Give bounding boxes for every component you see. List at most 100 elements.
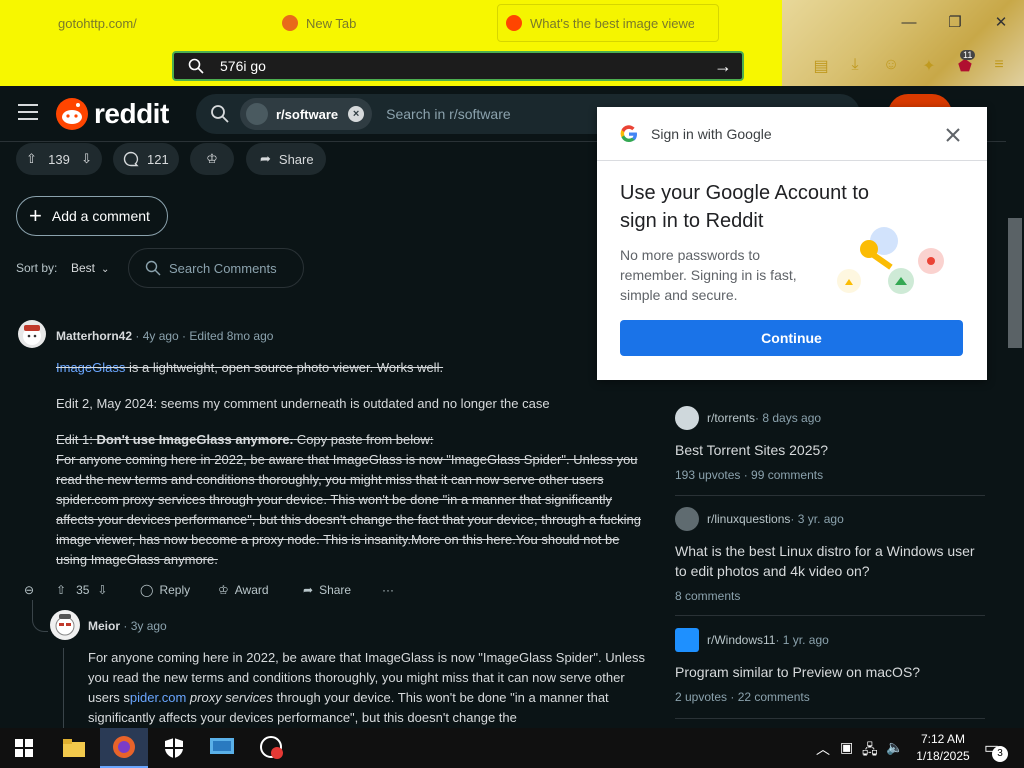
related-post-title[interactable]: Best Torrent Sites 2025? — [675, 440, 985, 460]
reddit-logo[interactable]: reddit — [56, 98, 169, 130]
post-age: · 8 days ago — [755, 411, 822, 425]
remove-chip-icon[interactable]: × — [348, 106, 365, 122]
related-post-title[interactable]: Program similar to Preview on macOS? — [675, 662, 985, 682]
volume-icon[interactable]: 🔈 — [886, 739, 903, 756]
award-icon: ♔ — [218, 583, 229, 597]
related-post[interactable]: r/torrents · 8 days ago Best Torrent Sit… — [675, 406, 985, 482]
popup-header-title: Sign in with Google — [651, 125, 772, 142]
comment-vote-control: ⇧ 35 ⇩ — [56, 580, 107, 600]
reddit-favicon-icon — [506, 15, 522, 31]
subreddit-name[interactable]: r/torrents — [707, 411, 755, 425]
upvote-icon[interactable]: ⇧ — [56, 583, 66, 597]
comment-italic-text: proxy services — [189, 690, 273, 705]
award-label: Award — [234, 583, 269, 597]
address-bar[interactable]: 576i go → — [172, 51, 744, 81]
comment-author[interactable]: Matterhorn42 · 4y ago · Edited 8mo ago — [56, 329, 273, 343]
username[interactable]: Matterhorn42 — [56, 329, 132, 343]
avatar[interactable] — [18, 320, 46, 348]
device-icon[interactable]: ▣ — [840, 739, 853, 756]
google-g-icon — [620, 124, 637, 142]
thread-line — [32, 600, 48, 632]
share-label: Share — [319, 583, 352, 597]
tab-reddit-active[interactable]: What's the best image viewer fo — [497, 4, 719, 42]
tab-gotohttp[interactable]: gotohttp.com/ — [58, 4, 137, 42]
comment-bold-text: Don't use ImageGlass anymore. — [96, 432, 294, 447]
close-window-button[interactable]: ✕ — [981, 8, 1021, 36]
downvote-icon[interactable]: ⇩ — [97, 583, 107, 597]
related-post-stats: 193 upvotes · 99 comments — [675, 468, 824, 482]
search-placeholder[interactable]: Search in r/software — [386, 106, 511, 122]
popup-description: No more passwords to remember. Signing i… — [620, 247, 797, 303]
file-explorer-icon[interactable] — [50, 728, 98, 768]
spider-link[interactable]: pider.com — [130, 690, 186, 705]
comment-author[interactable]: Meior · 3y ago — [88, 619, 167, 633]
security-shield-icon[interactable] — [150, 728, 198, 768]
related-post[interactable]: r/linuxquestions · 3 yr. ago What is the… — [675, 507, 985, 603]
continue-button[interactable]: Continue — [620, 320, 963, 356]
extensions-icon[interactable]: ✦ — [918, 56, 940, 78]
related-post-title[interactable]: What is the best Linux distro for a Wind… — [675, 541, 985, 581]
scrollbar[interactable] — [1006, 86, 1024, 728]
google-signin-popup: Sign in with Google Use your Google Acco… — [597, 107, 987, 380]
search-comments-input[interactable]: Search Comments — [128, 248, 304, 288]
toolbar-icons: ▤ ⤓ ☺ ✦ ⬟ ≡ — [800, 52, 1024, 82]
subreddit-filter-chip[interactable]: r/software × — [240, 98, 373, 130]
post-award-button[interactable]: ♔ — [190, 143, 234, 175]
search-icon — [145, 260, 161, 276]
minimize-button[interactable]: — — [889, 8, 929, 36]
start-button[interactable] — [0, 728, 48, 768]
related-post[interactable]: r/Windows11 · 1 yr. ago Program similar … — [675, 628, 985, 704]
share-icon: ➦ — [303, 583, 314, 597]
award-button[interactable]: ♔ Award — [218, 580, 269, 600]
comment-text: Copy paste from below: — [293, 432, 434, 447]
subreddit-chip-label: r/software — [276, 106, 339, 122]
show-hidden-icons[interactable]: ︿ — [816, 739, 830, 759]
share-button[interactable]: ➦ Share — [303, 580, 351, 600]
more-options-button[interactable]: ··· — [382, 580, 394, 600]
extension-badge: 11 — [960, 50, 976, 60]
downloads-icon[interactable]: ⤓ — [844, 56, 866, 78]
reading-list-icon[interactable]: ▤ — [810, 56, 832, 78]
collapse-thread-icon[interactable]: ⊖ — [24, 580, 34, 600]
subreddit-name[interactable]: r/Windows11 — [707, 633, 775, 647]
post-comments-button[interactable]: 121 — [113, 143, 179, 175]
reddit-wordmark: reddit — [94, 98, 169, 129]
post-age: · 1 yr. ago — [775, 633, 829, 647]
add-comment-button[interactable]: + Add a comment — [16, 196, 168, 236]
comment-paragraph: For anyone coming here in 2022, be aware… — [56, 452, 641, 567]
address-input[interactable]: 576i go — [220, 58, 714, 74]
remote-desktop-icon[interactable] — [198, 728, 246, 768]
tab-label: New Tab — [306, 15, 357, 31]
reply-button[interactable]: ◯ Reply — [140, 580, 190, 600]
system-clock[interactable]: 7:12 AM 1/18/2025 — [908, 731, 978, 765]
hamburger-menu-icon[interactable] — [18, 104, 38, 120]
firefox-taskbar-icon[interactable] — [100, 728, 148, 768]
network-icon[interactable]: 🖧 — [862, 739, 878, 763]
menu-icon[interactable]: ≡ — [988, 56, 1010, 78]
clock-time: 7:12 AM — [920, 732, 966, 746]
plus-icon: + — [29, 203, 42, 228]
scrollbar-thumb[interactable] — [1008, 218, 1022, 348]
post-age: · 3 yr. ago — [790, 512, 844, 526]
comment-text: Edit 1: — [56, 432, 97, 447]
close-icon[interactable] — [945, 127, 961, 143]
post-share-button[interactable]: ➦ Share — [246, 143, 326, 175]
subreddit-name[interactable]: r/linuxquestions — [707, 512, 790, 526]
restore-button[interactable]: ❐ — [935, 8, 975, 36]
avatar[interactable] — [50, 610, 80, 640]
upvote-icon[interactable]: ⇧ — [26, 151, 37, 167]
comment-paragraph: Edit 1: Don't use ImageGlass anymore. Co… — [56, 430, 646, 450]
account-icon[interactable]: ☺ — [880, 56, 902, 78]
tab-new-tab[interactable]: New Tab — [282, 4, 356, 42]
notification-center-icon[interactable]: ▭ 3 — [984, 738, 1010, 762]
related-post-stats: 8 comments — [675, 589, 741, 603]
recorder-icon[interactable] — [248, 728, 296, 768]
imageglass-link[interactable]: ImageGlass — [56, 360, 125, 375]
subreddit-icon — [675, 406, 699, 430]
go-arrow-icon[interactable]: → — [714, 56, 732, 77]
sort-dropdown[interactable]: Best ⌄ — [71, 261, 109, 275]
username[interactable]: Meior — [88, 619, 120, 633]
downvote-icon[interactable]: ⇩ — [81, 151, 92, 167]
comment-paragraph: For anyone coming here in 2022, be aware… — [88, 648, 650, 728]
comment-icon — [123, 151, 139, 167]
